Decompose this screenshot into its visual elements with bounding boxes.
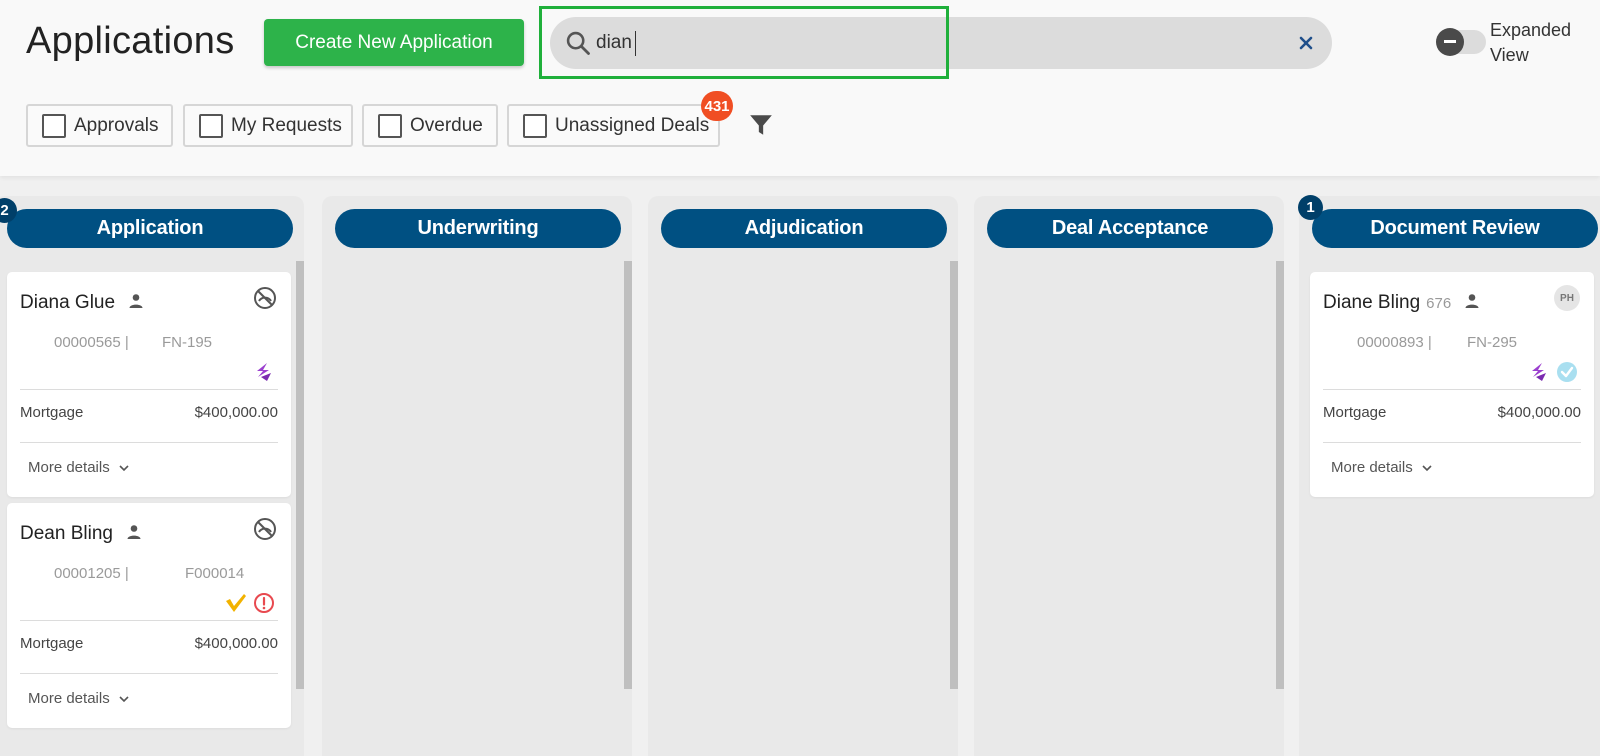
search-highlight-box	[539, 6, 949, 79]
status-icons	[225, 591, 275, 615]
column-header: Underwriting	[335, 209, 621, 248]
more-details-link[interactable]: More details	[28, 459, 130, 476]
divider	[1323, 442, 1581, 443]
checkbox[interactable]	[378, 113, 402, 138]
clear-search-icon[interactable]	[1296, 33, 1316, 53]
chip-label: Overdue	[410, 114, 483, 136]
filter-chip-my-requests[interactable]: My Requests	[183, 104, 353, 147]
card-name-row: Dean Bling	[20, 523, 142, 545]
filter-chip-overdue[interactable]: Overdue	[362, 104, 498, 147]
loan-type: Mortgage	[1323, 404, 1387, 421]
filter-icon[interactable]	[748, 112, 774, 138]
column-underwriting: Underwriting	[322, 196, 632, 756]
page-title: Applications	[26, 20, 235, 62]
card-name-row: Diana Glue	[20, 292, 144, 314]
person-icon	[1465, 294, 1479, 308]
divider	[20, 389, 278, 390]
checkbox[interactable]	[199, 113, 223, 138]
person-icon	[129, 294, 143, 308]
unassigned-count-badge: 431	[701, 91, 733, 121]
more-details-label: More details	[28, 690, 110, 707]
quill-icon	[257, 363, 271, 381]
expanded-view-label: Expanded View	[1490, 20, 1572, 65]
applicant-name: Diane Bling	[1323, 292, 1421, 313]
more-details-link[interactable]: More details	[1331, 459, 1433, 476]
chip-label: Unassigned Deals	[555, 114, 710, 136]
filter-chip-unassigned-deals[interactable]: Unassigned Deals	[507, 104, 720, 147]
card-name-row: Diane Bling 676	[1323, 292, 1480, 314]
applicant-number: 676	[1426, 295, 1452, 312]
column-application: 2 Application Diana Glue 00000565 | FN-1…	[0, 196, 304, 756]
column-scrollbar[interactable]	[1276, 261, 1284, 689]
assignee-avatar: PH	[1554, 285, 1580, 311]
toggle-knob	[1436, 28, 1464, 56]
no-signal-icon	[254, 287, 276, 309]
chip-label: My Requests	[231, 114, 342, 136]
chip-label: Approvals	[74, 114, 159, 136]
chevron-down-icon	[1422, 464, 1432, 471]
verified-icon	[1557, 362, 1577, 382]
file-reference: FN-295	[1467, 334, 1518, 351]
column-header: Deal Acceptance	[987, 209, 1273, 248]
column-header: Document Review	[1312, 209, 1598, 248]
loan-type: Mortgage	[20, 404, 84, 421]
file-reference: F000014	[185, 565, 245, 582]
applicant-name: Diana Glue	[20, 292, 116, 313]
more-details-label: More details	[28, 459, 110, 476]
application-card[interactable]: Diane Bling 676 PH 00000893 | FN-295 Mort…	[1310, 272, 1594, 497]
filter-chip-approvals[interactable]: Approvals	[26, 104, 173, 147]
application-id: 00000565 |	[54, 334, 129, 351]
column-scrollbar[interactable]	[296, 261, 304, 689]
column-deal-acceptance: Deal Acceptance	[974, 196, 1284, 756]
column-scrollbar[interactable]	[950, 261, 958, 689]
status-icons	[1528, 360, 1578, 384]
chevron-down-icon	[119, 464, 129, 471]
divider	[1323, 389, 1581, 390]
divider	[20, 673, 278, 674]
loan-amount: $400,000.00	[1497, 404, 1581, 421]
top-bar: Applications Create New Application Expa…	[0, 0, 1600, 176]
person-icon	[127, 525, 141, 539]
column-document-review: 1 Document Review Diane Bling 676 PH 0000…	[1298, 195, 1600, 756]
applicant-name: Dean Bling	[20, 523, 113, 544]
check-icon	[226, 594, 246, 612]
column-adjudication: Adjudication	[648, 196, 958, 756]
no-signal-icon	[254, 518, 276, 540]
more-details-label: More details	[1331, 459, 1413, 476]
file-reference: FN-195	[162, 334, 213, 351]
divider	[20, 442, 278, 443]
alert-icon	[254, 593, 274, 613]
loan-type: Mortgage	[20, 635, 84, 652]
application-card[interactable]: Diana Glue 00000565 | FN-195 Mortgage $4…	[7, 272, 291, 497]
more-details-link[interactable]: More details	[28, 690, 130, 707]
application-id: 00001205 |	[54, 565, 129, 582]
column-header: Application	[7, 209, 293, 248]
expanded-view-toggle[interactable]	[1436, 28, 1486, 56]
column-count-badge: 1	[1298, 195, 1323, 220]
create-new-application-button[interactable]: Create New Application	[264, 19, 524, 66]
checkbox[interactable]	[523, 113, 547, 138]
checkbox[interactable]	[42, 113, 66, 138]
application-id: 00000893 |	[1357, 334, 1432, 351]
column-header: Adjudication	[661, 209, 947, 248]
column-scrollbar[interactable]	[624, 261, 632, 689]
loan-amount: $400,000.00	[194, 404, 278, 421]
divider	[20, 620, 278, 621]
chevron-down-icon	[119, 695, 129, 702]
quill-icon	[1532, 363, 1546, 381]
application-card[interactable]: Dean Bling 00001205 | F000014 Mortgage $…	[7, 503, 291, 728]
status-icons	[253, 360, 275, 384]
loan-amount: $400,000.00	[194, 635, 278, 652]
